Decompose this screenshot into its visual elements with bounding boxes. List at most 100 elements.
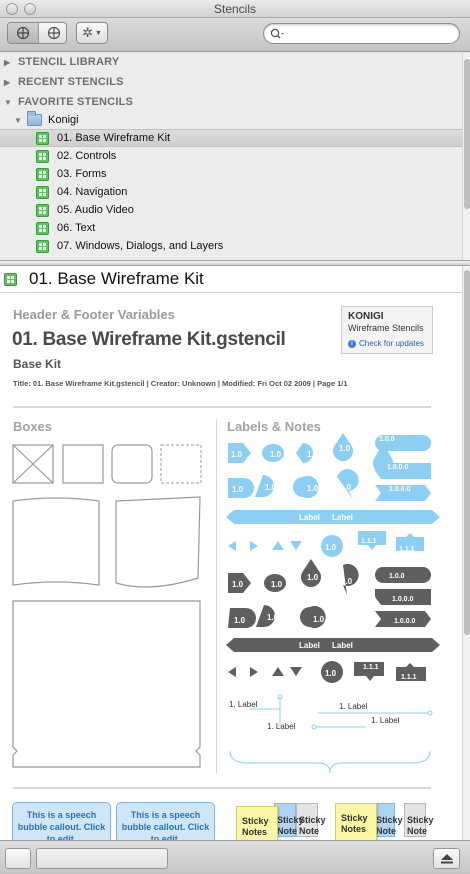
eject-button[interactable] — [433, 848, 460, 869]
crosshair-icon — [47, 26, 60, 40]
search-input[interactable] — [286, 26, 454, 41]
pill-label: 1.0.0.0 — [387, 464, 409, 471]
stencil-icon — [4, 272, 17, 286]
stencil-icon — [36, 167, 49, 181]
eject-icon — [440, 853, 453, 863]
preview-header: 01. Base Wireframe Kit — [0, 266, 462, 293]
pin-label: 1.0 — [267, 613, 279, 622]
bar-label: Label — [332, 641, 353, 650]
tree-item-navigation[interactable]: 04. Navigation — [0, 183, 462, 201]
note-label: 1. Label — [267, 722, 296, 731]
stencil-icon — [36, 185, 49, 199]
stencil-icon — [36, 221, 49, 235]
stencil-icon — [36, 149, 49, 163]
speech-bubble-callout: This is a speech bubble callout. Click t… — [12, 802, 111, 840]
pin-label: 1.0 — [270, 450, 282, 459]
bubble-label: 1.1.1 — [361, 538, 377, 545]
stencil-preview-canvas[interactable]: Header & Footer Variables 01. Base Wiref… — [0, 293, 462, 840]
bar-label: Label — [332, 513, 353, 522]
pin-label: 1.0 — [231, 450, 243, 459]
pin-label: 1.0 — [313, 615, 325, 624]
preview-scrollbar[interactable] — [462, 266, 470, 840]
info-icon: i — [348, 339, 356, 348]
stencil-icon — [36, 131, 49, 145]
disclosure-triangle-icon[interactable]: ▶ — [4, 78, 13, 87]
section-favorite-stencils[interactable]: ▼ FAVORITE STENCILS — [4, 93, 133, 111]
pin-label: 1.0 — [234, 616, 246, 625]
speech-bubble-callout: This is a speech bubble callout. Click t… — [116, 802, 215, 840]
bubble-label: 1.0 — [325, 543, 337, 552]
gear-icon: ✲ — [82, 25, 93, 40]
pin-label: 1.0 — [339, 444, 351, 453]
bubble-label: 1.0 — [325, 669, 337, 678]
pill-label: 1.0.0.0 — [394, 618, 416, 625]
bubble-label: 1.1.1 — [399, 546, 415, 553]
header-footer-heading: Header & Footer Variables — [13, 307, 175, 322]
preview-scrollbar-thumb[interactable] — [464, 270, 470, 635]
folder-icon — [27, 111, 42, 126]
pill-label: 1.0.0 — [379, 436, 395, 443]
status-field[interactable] — [36, 848, 168, 869]
divider — [216, 419, 217, 774]
sticky-note-yellow: Sticky Notes — [236, 806, 278, 840]
pin-label: 1.0 — [232, 485, 244, 494]
tree-item-base-wireframe-kit[interactable]: 01. Base Wireframe Kit — [0, 129, 462, 147]
tree-scrollbar-thumb[interactable] — [464, 59, 470, 209]
tree-item-forms[interactable]: 03. Forms — [0, 165, 462, 183]
note-label: 1. Label — [229, 700, 258, 709]
bubble-label: 1.1.1 — [363, 664, 379, 671]
note-label: 1. Label — [339, 702, 368, 711]
section-recent-stencils[interactable]: ▶ RECENT STENCILS — [4, 73, 124, 91]
pill-label: 1.0.0.0 — [392, 596, 414, 603]
stencil-tree: ▶ STENCIL LIBRARY ▶ RECENT STENCILS ▼ FAVOR… — [0, 53, 462, 260]
list-view-button[interactable] — [8, 23, 38, 43]
pin-label: 1.0 — [265, 483, 277, 492]
add-button[interactable] — [5, 848, 31, 869]
bar-label: Label — [299, 641, 320, 650]
pin-label: 1.0 — [232, 580, 244, 589]
pill-label: 1.0.0 — [389, 573, 405, 580]
section-stencil-library[interactable]: ▶ STENCIL LIBRARY — [4, 53, 119, 71]
sticky-note-grey: Sticky Note — [404, 803, 434, 837]
disclosure-triangle-icon[interactable]: ▼ — [14, 116, 23, 125]
stencil-meta: Title: 01. Base Wireframe Kit.gstencil |… — [13, 379, 348, 388]
tree-item-windows-dialogs-layers[interactable]: 07. Windows, Dialogs, and Layers — [0, 237, 462, 255]
search-field[interactable] — [263, 23, 460, 44]
action-menu-button[interactable]: ✲ ▼ — [76, 22, 108, 44]
tree-item-controls[interactable]: 02. Controls — [0, 147, 462, 165]
grid-view-button[interactable] — [38, 23, 66, 43]
dropdown-arrow-icon: ▼ — [94, 29, 102, 37]
konigi-tagline: Wireframe Stencils — [348, 323, 424, 333]
labels-text-layer: 1.0 1.0 1.0 1.0 1.0.0 1.0.0.0 1.0.0.0 1.… — [227, 436, 457, 783]
window-title: Stencils — [213, 2, 257, 16]
konigi-brand: KONIGI — [348, 311, 384, 322]
folder-konigi[interactable]: ▼ Konigi — [0, 111, 462, 129]
pin-label: 1.0 — [271, 580, 283, 589]
divider — [13, 787, 431, 789]
pin-label: 1.0 — [307, 573, 319, 582]
stencil-subtitle: Base Kit — [13, 357, 62, 371]
pin-label: 1.0 — [307, 450, 319, 459]
toolbar: ✲ ▼ — [0, 18, 470, 52]
labels-notes-heading: Labels & Notes — [227, 419, 321, 434]
bottom-bar — [0, 840, 470, 874]
stencil-icon — [36, 203, 49, 217]
konigi-badge: KONIGI Wireframe Stencils i Check for upd… — [341, 306, 433, 354]
title-bar: Stencils — [0, 0, 470, 18]
boxes-heading: Boxes — [13, 419, 53, 434]
tree-item-text[interactable]: 06. Text — [0, 219, 462, 237]
view-mode-segmented-control — [7, 22, 67, 44]
preview-title: 01. Base Wireframe Kit — [29, 269, 204, 288]
search-icon — [270, 28, 284, 39]
sticky-note-yellow: Sticky Notes — [335, 803, 377, 840]
pin-label: 1.0 — [341, 577, 353, 586]
check-updates-link[interactable]: i Check for updates — [348, 339, 426, 348]
disclosure-triangle-icon[interactable]: ▶ — [4, 58, 13, 67]
tree-scrollbar[interactable] — [462, 53, 470, 260]
pin-label: 1.0 — [340, 483, 352, 492]
disclosure-triangle-icon[interactable]: ▼ — [4, 98, 13, 107]
stencil-icon — [36, 239, 49, 253]
crosshair-icon — [16, 26, 30, 40]
tree-item-audio-video[interactable]: 05. Audio Video — [0, 201, 462, 219]
boxes-stencil-shapes — [12, 444, 202, 768]
